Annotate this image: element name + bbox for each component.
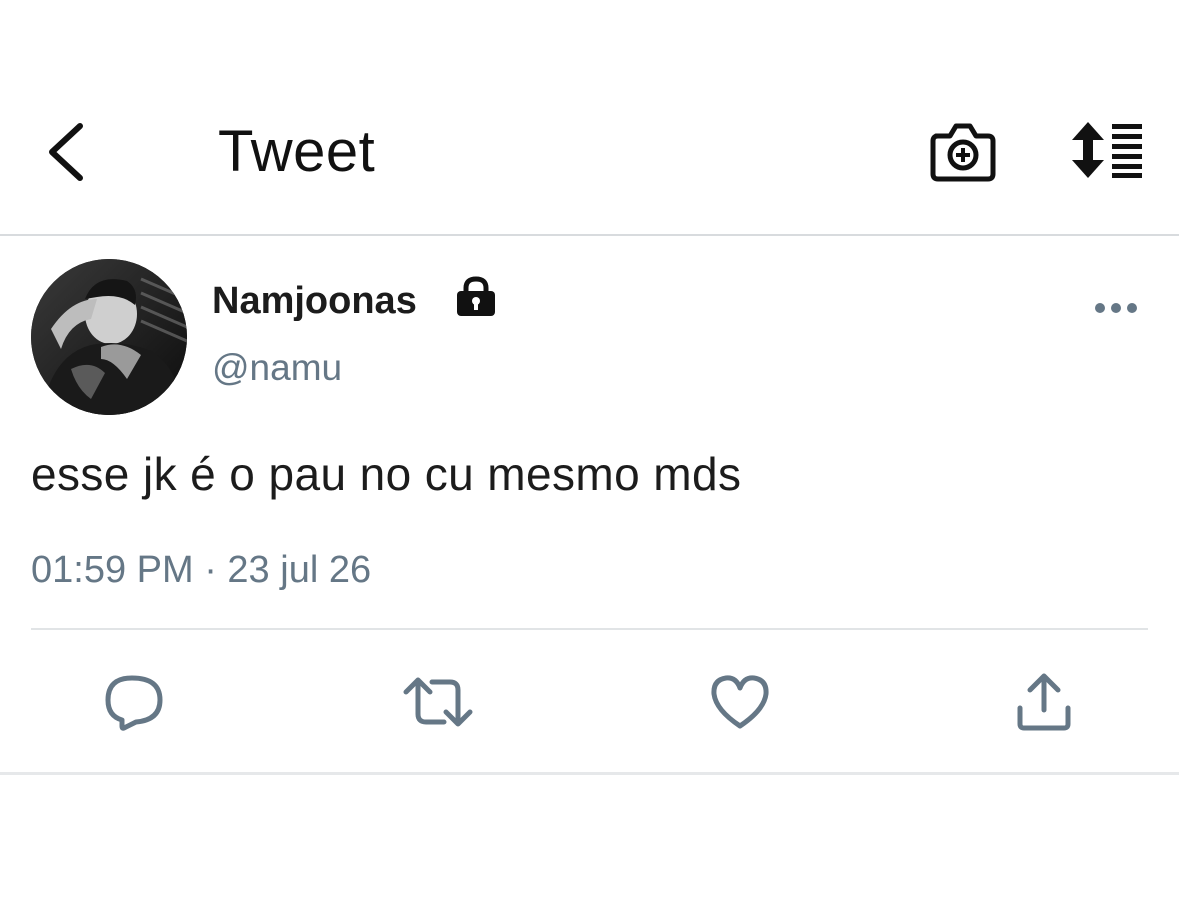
share-icon — [1017, 673, 1071, 731]
heart-icon — [711, 675, 769, 729]
chevron-left-icon — [49, 123, 83, 181]
sort-button[interactable] — [1066, 120, 1146, 180]
more-options-button[interactable] — [1094, 296, 1138, 320]
tweet-timestamp: 01:59 PM · 23 jul 26 — [31, 549, 372, 591]
lock-icon — [455, 276, 497, 318]
reply-icon — [105, 675, 163, 731]
back-button[interactable] — [40, 120, 90, 184]
page-title: Tweet — [218, 119, 376, 184]
like-button[interactable] — [708, 670, 772, 734]
retweet-icon — [403, 677, 473, 727]
top-nav-bar: Tweet — [0, 0, 1179, 236]
camera-plus-icon — [930, 123, 996, 182]
sort-list-icon — [1072, 122, 1142, 178]
avatar-photo — [31, 259, 187, 415]
retweet-button[interactable] — [402, 670, 474, 734]
author-name[interactable]: Namjoonas — [212, 278, 417, 324]
tweet-text: esse jk é o pau no cu mesmo mds — [31, 448, 742, 500]
divider — [0, 772, 1179, 775]
avatar[interactable] — [31, 259, 187, 415]
divider — [31, 628, 1148, 630]
share-button[interactable] — [1012, 670, 1076, 734]
more-dots-icon — [1095, 303, 1137, 313]
camera-button[interactable] — [928, 118, 998, 184]
author-handle[interactable]: @namu — [212, 345, 342, 391]
reply-button[interactable] — [102, 670, 166, 734]
